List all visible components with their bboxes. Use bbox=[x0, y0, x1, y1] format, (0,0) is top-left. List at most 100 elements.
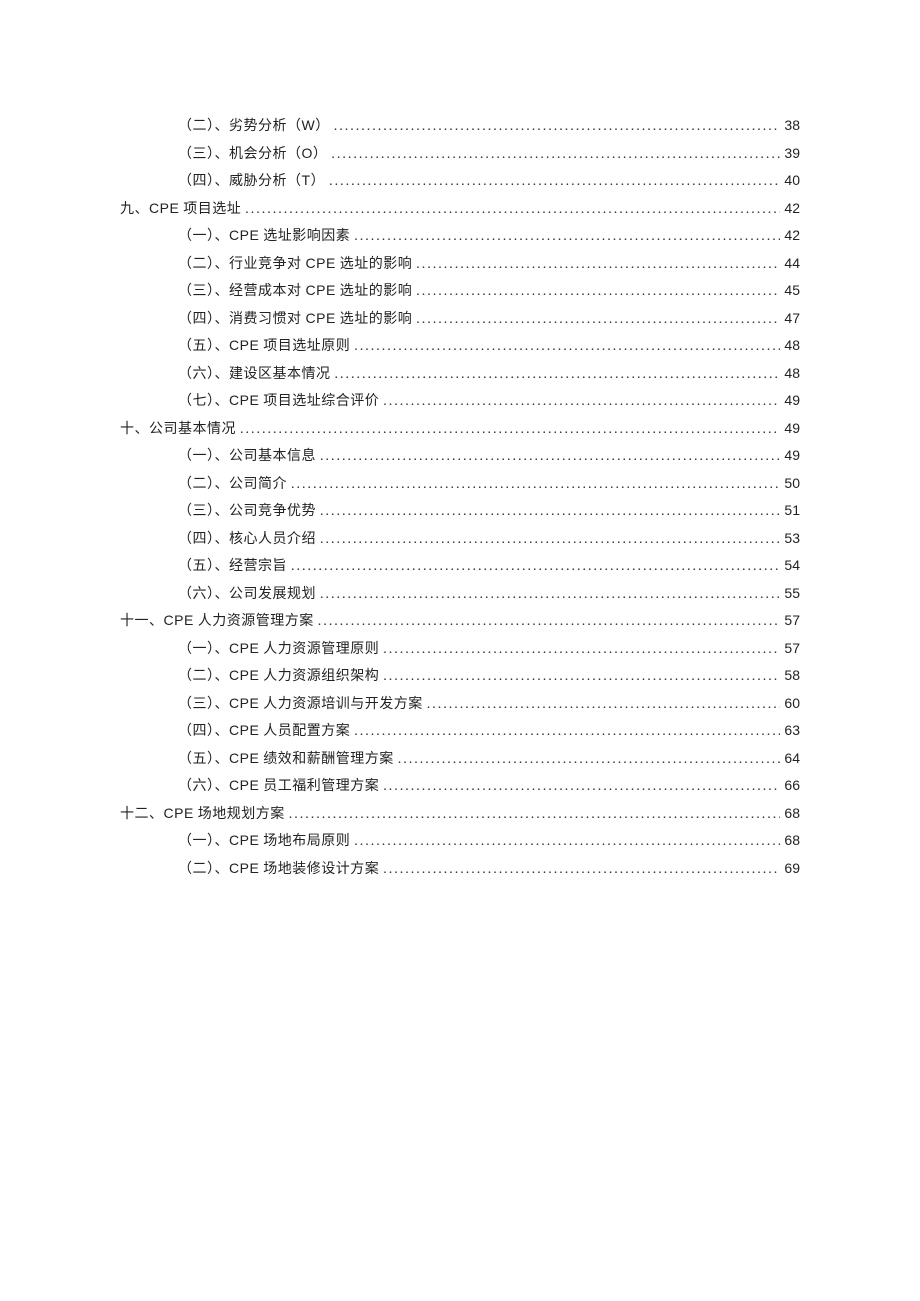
toc-entry-title: （五）、经营宗旨 bbox=[178, 560, 287, 574]
toc-entry-title: （六）、建设区基本情况 bbox=[178, 368, 331, 382]
toc-leader-dots bbox=[320, 450, 780, 464]
toc-entry-page: 40 bbox=[784, 173, 800, 187]
toc-entry-page: 69 bbox=[784, 861, 800, 875]
toc-entry: 九、CPE 项目选址 42 bbox=[120, 201, 800, 217]
toc-leader-dots bbox=[335, 368, 781, 382]
toc-entry-title: （五）、CPE 项目选址原则 bbox=[178, 338, 350, 354]
toc-entry: 十、公司基本情况 49 bbox=[120, 421, 800, 437]
toc-entry-title: （四）、CPE 人员配置方案 bbox=[178, 723, 350, 739]
toc-entry-title: 十二、CPE 场地规划方案 bbox=[120, 806, 285, 822]
toc-entry-title: （二）、CPE 人力资源组织架构 bbox=[178, 668, 379, 684]
toc-entry: （三）、经营成本对 CPE 选址的影响 45 bbox=[120, 283, 800, 299]
toc-entry-title: 十、公司基本情况 bbox=[120, 423, 236, 437]
toc-entry-title: （六）、CPE 员工福利管理方案 bbox=[178, 778, 379, 794]
toc-entry-title: （三）、CPE 人力资源培训与开发方案 bbox=[178, 696, 423, 712]
toc-entry-title: （四）、威胁分析（T） bbox=[178, 173, 325, 189]
toc-list: （二）、劣势分析（W） 38（三）、机会分析（O） 39（四）、威胁分析（T） … bbox=[120, 118, 800, 877]
toc-entry: （五）、CPE 绩效和薪酬管理方案 64 bbox=[120, 751, 800, 767]
toc-entry-page: 55 bbox=[784, 586, 800, 600]
toc-leader-dots bbox=[245, 203, 780, 217]
toc-entry-page: 48 bbox=[784, 366, 800, 380]
toc-entry: （七）、CPE 项目选址综合评价 49 bbox=[120, 393, 800, 409]
toc-entry-page: 60 bbox=[784, 696, 800, 710]
toc-entry: （三）、公司竞争优势 51 bbox=[120, 503, 800, 519]
toc-leader-dots bbox=[329, 175, 780, 189]
toc-entry-page: 57 bbox=[784, 613, 800, 627]
toc-entry-page: 45 bbox=[784, 283, 800, 297]
toc-leader-dots bbox=[416, 285, 780, 299]
toc-entry: （二）、行业竞争对 CPE 选址的影响 44 bbox=[120, 256, 800, 272]
toc-entry: （一）、CPE 场地布局原则 68 bbox=[120, 833, 800, 849]
toc-entry-page: 54 bbox=[784, 558, 800, 572]
toc-entry-page: 48 bbox=[784, 338, 800, 352]
toc-entry-page: 63 bbox=[784, 723, 800, 737]
toc-entry: （六）、CPE 员工福利管理方案 66 bbox=[120, 778, 800, 794]
toc-entry-title: （五）、CPE 绩效和薪酬管理方案 bbox=[178, 751, 394, 767]
toc-leader-dots bbox=[354, 230, 780, 244]
toc-entry-page: 51 bbox=[784, 503, 800, 517]
toc-leader-dots bbox=[427, 698, 781, 712]
toc-leader-dots bbox=[334, 120, 781, 134]
toc-entry-page: 58 bbox=[784, 668, 800, 682]
toc-leader-dots bbox=[289, 808, 781, 822]
toc-entry-page: 44 bbox=[784, 256, 800, 270]
toc-entry: （六）、建设区基本情况 48 bbox=[120, 366, 800, 382]
toc-leader-dots bbox=[240, 423, 780, 437]
toc-leader-dots bbox=[291, 478, 780, 492]
toc-entry-title: （二）、劣势分析（W） bbox=[178, 118, 330, 134]
toc-leader-dots bbox=[354, 835, 780, 849]
toc-entry-page: 42 bbox=[784, 228, 800, 242]
toc-leader-dots bbox=[416, 313, 780, 327]
toc-entry: （一）、公司基本信息 49 bbox=[120, 448, 800, 464]
toc-entry-page: 49 bbox=[784, 448, 800, 462]
toc-entry: （四）、核心人员介绍 53 bbox=[120, 531, 800, 547]
toc-entry-title: （二）、CPE 场地装修设计方案 bbox=[178, 861, 379, 877]
toc-entry-page: 50 bbox=[784, 476, 800, 490]
toc-leader-dots bbox=[331, 148, 780, 162]
toc-entry: （三）、CPE 人力资源培训与开发方案 60 bbox=[120, 696, 800, 712]
toc-leader-dots bbox=[318, 615, 781, 629]
toc-entry-title: （一）、CPE 选址影响因素 bbox=[178, 228, 350, 244]
toc-leader-dots bbox=[383, 395, 780, 409]
toc-leader-dots bbox=[416, 258, 780, 272]
toc-entry-title: 九、CPE 项目选址 bbox=[120, 201, 241, 217]
toc-entry: （五）、CPE 项目选址原则 48 bbox=[120, 338, 800, 354]
toc-leader-dots bbox=[383, 780, 780, 794]
toc-entry-page: 53 bbox=[784, 531, 800, 545]
toc-entry: 十二、CPE 场地规划方案 68 bbox=[120, 806, 800, 822]
toc-leader-dots bbox=[383, 670, 780, 684]
toc-entry-page: 66 bbox=[784, 778, 800, 792]
toc-entry-title: （三）、经营成本对 CPE 选址的影响 bbox=[178, 283, 412, 299]
toc-leader-dots bbox=[354, 725, 780, 739]
toc-leader-dots bbox=[320, 533, 780, 547]
toc-leader-dots bbox=[383, 863, 780, 877]
toc-entry-title: 十一、CPE 人力资源管理方案 bbox=[120, 613, 314, 629]
toc-entry-title: （七）、CPE 项目选址综合评价 bbox=[178, 393, 379, 409]
toc-entry: （三）、机会分析（O） 39 bbox=[120, 146, 800, 162]
toc-entry: （四）、消费习惯对 CPE 选址的影响 47 bbox=[120, 311, 800, 327]
toc-entry-title: （二）、行业竞争对 CPE 选址的影响 bbox=[178, 256, 412, 272]
toc-entry: （五）、经营宗旨 54 bbox=[120, 558, 800, 574]
toc-entry: 十一、CPE 人力资源管理方案 57 bbox=[120, 613, 800, 629]
toc-entry-page: 64 bbox=[784, 751, 800, 765]
toc-entry: （六）、公司发展规划 55 bbox=[120, 586, 800, 602]
toc-entry-page: 68 bbox=[784, 833, 800, 847]
toc-leader-dots bbox=[398, 753, 781, 767]
toc-entry-title: （一）、公司基本信息 bbox=[178, 450, 316, 464]
toc-entry-title: （三）、公司竞争优势 bbox=[178, 505, 316, 519]
toc-entry: （四）、威胁分析（T） 40 bbox=[120, 173, 800, 189]
toc-entry-title: （四）、消费习惯对 CPE 选址的影响 bbox=[178, 311, 412, 327]
toc-entry-title: （一）、CPE 人力资源管理原则 bbox=[178, 641, 379, 657]
toc-leader-dots bbox=[383, 643, 780, 657]
toc-entry: （二）、CPE 场地装修设计方案 69 bbox=[120, 861, 800, 877]
toc-entry-page: 68 bbox=[784, 806, 800, 820]
toc-entry: （一）、CPE 选址影响因素 42 bbox=[120, 228, 800, 244]
toc-entry-page: 49 bbox=[784, 393, 800, 407]
toc-entry: （四）、CPE 人员配置方案 63 bbox=[120, 723, 800, 739]
toc-entry: （一）、CPE 人力资源管理原则 57 bbox=[120, 641, 800, 657]
toc-entry-title: （四）、核心人员介绍 bbox=[178, 533, 316, 547]
toc-entry-page: 39 bbox=[784, 146, 800, 160]
toc-leader-dots bbox=[320, 505, 780, 519]
toc-entry-page: 47 bbox=[784, 311, 800, 325]
toc-entry-page: 42 bbox=[784, 201, 800, 215]
